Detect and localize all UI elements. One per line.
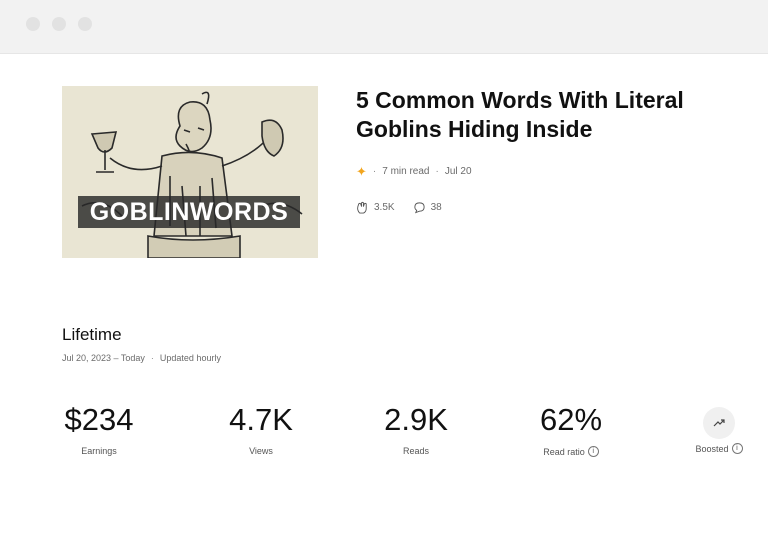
- boosted-badge: [703, 407, 735, 439]
- thumbnail-label: GOBLINWORDS: [78, 196, 300, 228]
- reads-label: Reads: [402, 446, 429, 456]
- update-frequency: Updated hourly: [159, 353, 221, 363]
- meta-separator: ·: [372, 166, 377, 177]
- trend-up-icon: [713, 419, 725, 427]
- lifetime-date-range: Jul 20, 2023 – Today · Updated hourly: [62, 353, 221, 363]
- browser-title-bar: [0, 0, 768, 54]
- reads-metric: 2.9K Reads: [373, 402, 459, 456]
- window-maximize-dot[interactable]: [78, 17, 92, 31]
- lifetime-heading: Lifetime: [62, 325, 122, 344]
- info-icon[interactable]: i: [731, 443, 743, 454]
- publish-date: Jul 20: [444, 166, 472, 177]
- article-thumbnail[interactable]: GOBLINWORDS: [62, 86, 318, 258]
- clap-icon: [357, 201, 367, 214]
- boosted-label: Boosted: [695, 443, 729, 454]
- info-icon[interactable]: i: [587, 446, 599, 457]
- comment-icon: [413, 202, 425, 214]
- views-label: Views: [249, 446, 273, 456]
- read-ratio-value: 62%: [539, 402, 603, 437]
- article-meta: ✦ · 7 min read · Jul 20: [356, 163, 472, 179]
- window-close-dot[interactable]: [26, 17, 40, 31]
- member-star-icon: ✦: [356, 163, 367, 179]
- responses-count: 38: [430, 202, 442, 213]
- claps-stat[interactable]: 3.5K: [356, 201, 395, 214]
- views-metric: 4.7K Views: [218, 402, 304, 456]
- window-minimize-dot[interactable]: [52, 17, 66, 31]
- reads-value: 2.9K: [384, 402, 448, 437]
- engagement-stats: 3.5K 38: [356, 201, 460, 214]
- read-ratio-label: Read ratio: [543, 446, 585, 457]
- meta-separator: ·: [150, 353, 154, 363]
- boosted-metric: Boosted i: [684, 402, 754, 454]
- claps-count: 3.5K: [374, 202, 395, 213]
- views-value: 4.7K: [229, 402, 293, 437]
- meta-separator: ·: [435, 166, 439, 177]
- goblin-illustration: [62, 86, 318, 258]
- read-ratio-metric: 62% Read ratio i: [526, 402, 616, 457]
- earnings-value: $234: [64, 402, 134, 437]
- article-title[interactable]: 5 Common Words With Literal Goblins Hidi…: [356, 86, 726, 144]
- read-time: 7 min read: [382, 166, 430, 177]
- responses-stat[interactable]: 38: [413, 201, 442, 214]
- date-range: Jul 20, 2023 – Today: [62, 353, 145, 363]
- earnings-metric: $234 Earnings: [56, 402, 142, 456]
- earnings-label: Earnings: [81, 446, 117, 456]
